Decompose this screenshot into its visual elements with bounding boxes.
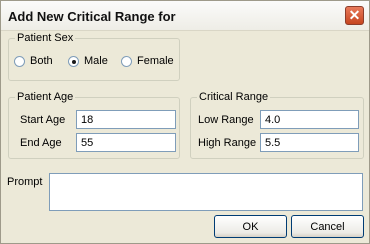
add-critical-range-dialog: Add New Critical Range for ✕ Patient Sex… (0, 0, 370, 244)
ok-button[interactable]: OK (214, 215, 287, 238)
radio-male-label: Male (84, 55, 108, 67)
start-age-label: Start Age (20, 114, 66, 126)
radio-female-label: Female (137, 55, 174, 67)
patient-sex-legend: Patient Sex (15, 32, 76, 44)
radio-male-indicator[interactable] (68, 56, 79, 67)
low-range-input[interactable] (260, 110, 359, 129)
high-range-label: High Range (198, 137, 257, 149)
critical-range-legend: Critical Range (197, 91, 271, 103)
radio-female-indicator[interactable] (121, 56, 132, 67)
title-bar[interactable]: Add New Critical Range for ✕ (1, 1, 369, 31)
low-range-label: Low Range (198, 114, 254, 126)
radio-both-label: Both (30, 55, 53, 67)
prompt-label: Prompt (7, 176, 43, 188)
start-age-input[interactable] (76, 110, 176, 129)
end-age-label: End Age (20, 137, 62, 149)
dialog-title: Add New Critical Range for (8, 9, 176, 24)
close-button[interactable]: ✕ (345, 6, 364, 25)
patient-age-legend: Patient Age (15, 91, 76, 103)
end-age-input[interactable] (76, 133, 176, 152)
prompt-input[interactable] (49, 173, 363, 211)
radio-both-indicator[interactable] (14, 56, 25, 67)
close-icon: ✕ (348, 7, 361, 23)
high-range-input[interactable] (260, 133, 359, 152)
cancel-button[interactable]: Cancel (291, 215, 364, 238)
